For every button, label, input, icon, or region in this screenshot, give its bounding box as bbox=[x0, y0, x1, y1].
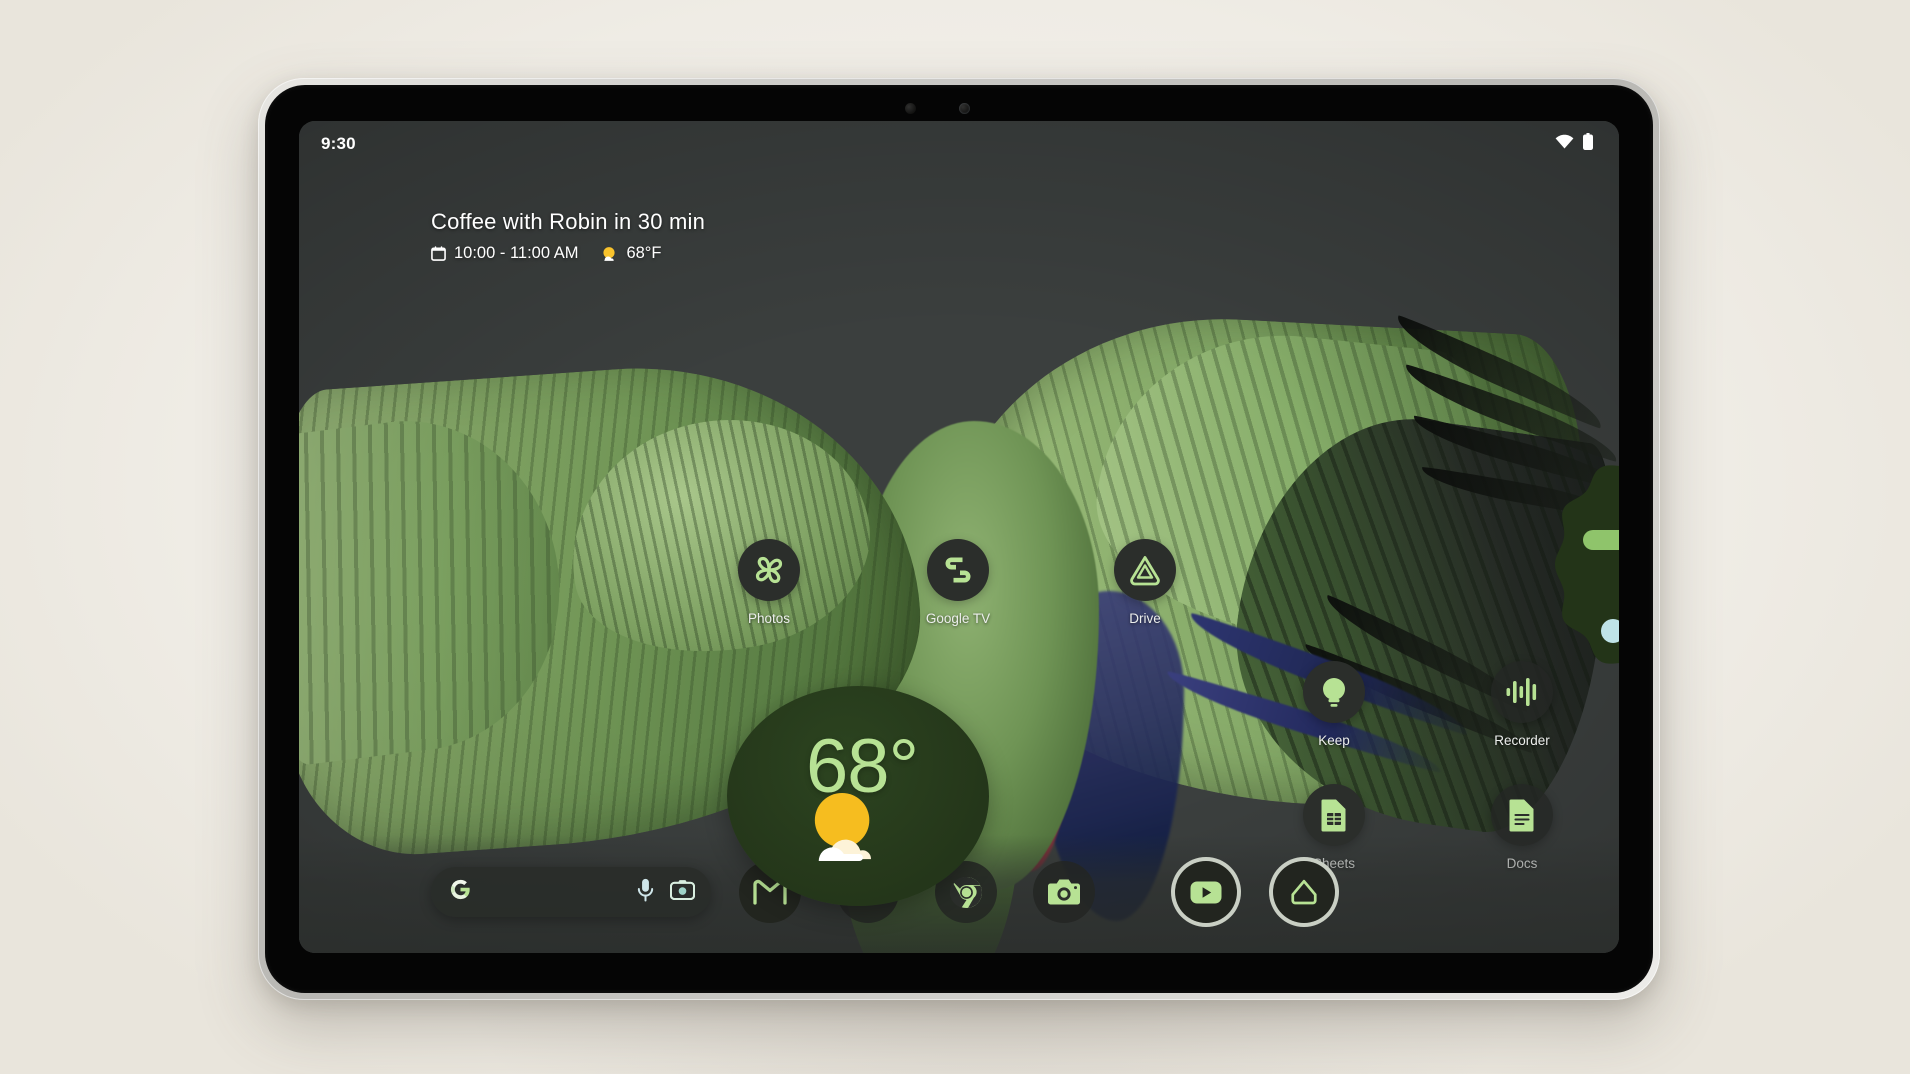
search-actions bbox=[636, 878, 696, 907]
drive-icon bbox=[1130, 556, 1160, 586]
keep-icon-background bbox=[1303, 661, 1365, 723]
glance-subtitle: 10:00 - 11:00 AM 68°F bbox=[431, 244, 705, 263]
status-bar: 9:30 bbox=[299, 121, 1619, 167]
app-label: Google TV bbox=[925, 611, 991, 626]
google-search-bar[interactable] bbox=[431, 867, 711, 917]
status-icons bbox=[1555, 133, 1593, 155]
front-sensor-icon bbox=[959, 103, 970, 114]
app-keep[interactable]: Keep bbox=[1288, 661, 1380, 748]
photos-icon-background bbox=[738, 539, 800, 601]
google-lens-camera-icon[interactable] bbox=[669, 879, 696, 905]
front-camera-icon bbox=[905, 103, 916, 114]
google-tv-icon-background bbox=[927, 539, 989, 601]
docs-icon bbox=[1509, 799, 1534, 832]
sun-behind-cloud-icon bbox=[801, 791, 889, 863]
glance-temperature: 68°F bbox=[626, 244, 662, 262]
chrome-icon bbox=[949, 876, 982, 908]
tablet-device: 9:30 Coffee with Robin in 30 min 10:00 -… bbox=[258, 78, 1660, 1000]
keep-icon bbox=[1323, 678, 1345, 707]
tablet-screen: 9:30 Coffee with Robin in 30 min 10:00 -… bbox=[299, 121, 1619, 953]
status-clock: 9:30 bbox=[321, 134, 356, 153]
calendar-icon bbox=[431, 246, 446, 261]
dock-item-google-home[interactable] bbox=[1273, 861, 1335, 923]
wifi-icon[interactable] bbox=[1555, 134, 1574, 154]
recorder-icon bbox=[1506, 678, 1537, 706]
glance-title: Coffee with Robin in 30 min bbox=[431, 209, 706, 234]
sheets-icon bbox=[1321, 799, 1346, 832]
tablet-bezel: 9:30 Coffee with Robin in 30 min 10:00 -… bbox=[265, 85, 1653, 993]
app-label: Keep bbox=[1318, 733, 1350, 748]
youtube-icon bbox=[1190, 881, 1222, 903]
clock-widget[interactable]: Thu 6 bbox=[1543, 451, 1619, 678]
app-photos[interactable]: Photos bbox=[723, 539, 815, 626]
photos-icon bbox=[755, 556, 783, 584]
dock-item-youtube[interactable] bbox=[1175, 861, 1237, 923]
glance-time-range: 10:00 - 11:00 AM bbox=[454, 244, 579, 262]
drive-icon-background bbox=[1114, 539, 1176, 601]
camera-icon bbox=[1048, 879, 1080, 905]
clock-minute-hand bbox=[1583, 530, 1619, 550]
google-tv-icon bbox=[945, 557, 971, 583]
at-a-glance-widget[interactable]: Coffee with Robin in 30 min 10:00 - 11:0… bbox=[431, 209, 705, 263]
clock-widget-shape: Thu 6 bbox=[1555, 465, 1619, 664]
app-label: Drive bbox=[1129, 611, 1161, 626]
home-icon bbox=[1291, 879, 1317, 905]
app-drive[interactable]: Drive bbox=[1099, 539, 1191, 626]
sun-icon bbox=[600, 245, 618, 263]
dock-item-camera[interactable] bbox=[1033, 861, 1095, 923]
google-g-icon bbox=[449, 878, 472, 906]
app-google-tv[interactable]: Google TV bbox=[912, 539, 1004, 626]
app-label: Recorder bbox=[1494, 733, 1550, 748]
microphone-icon[interactable] bbox=[636, 878, 655, 907]
app-label: Photos bbox=[747, 611, 791, 626]
weather-widget[interactable]: 68° bbox=[727, 686, 989, 906]
battery-icon[interactable] bbox=[1583, 133, 1593, 155]
